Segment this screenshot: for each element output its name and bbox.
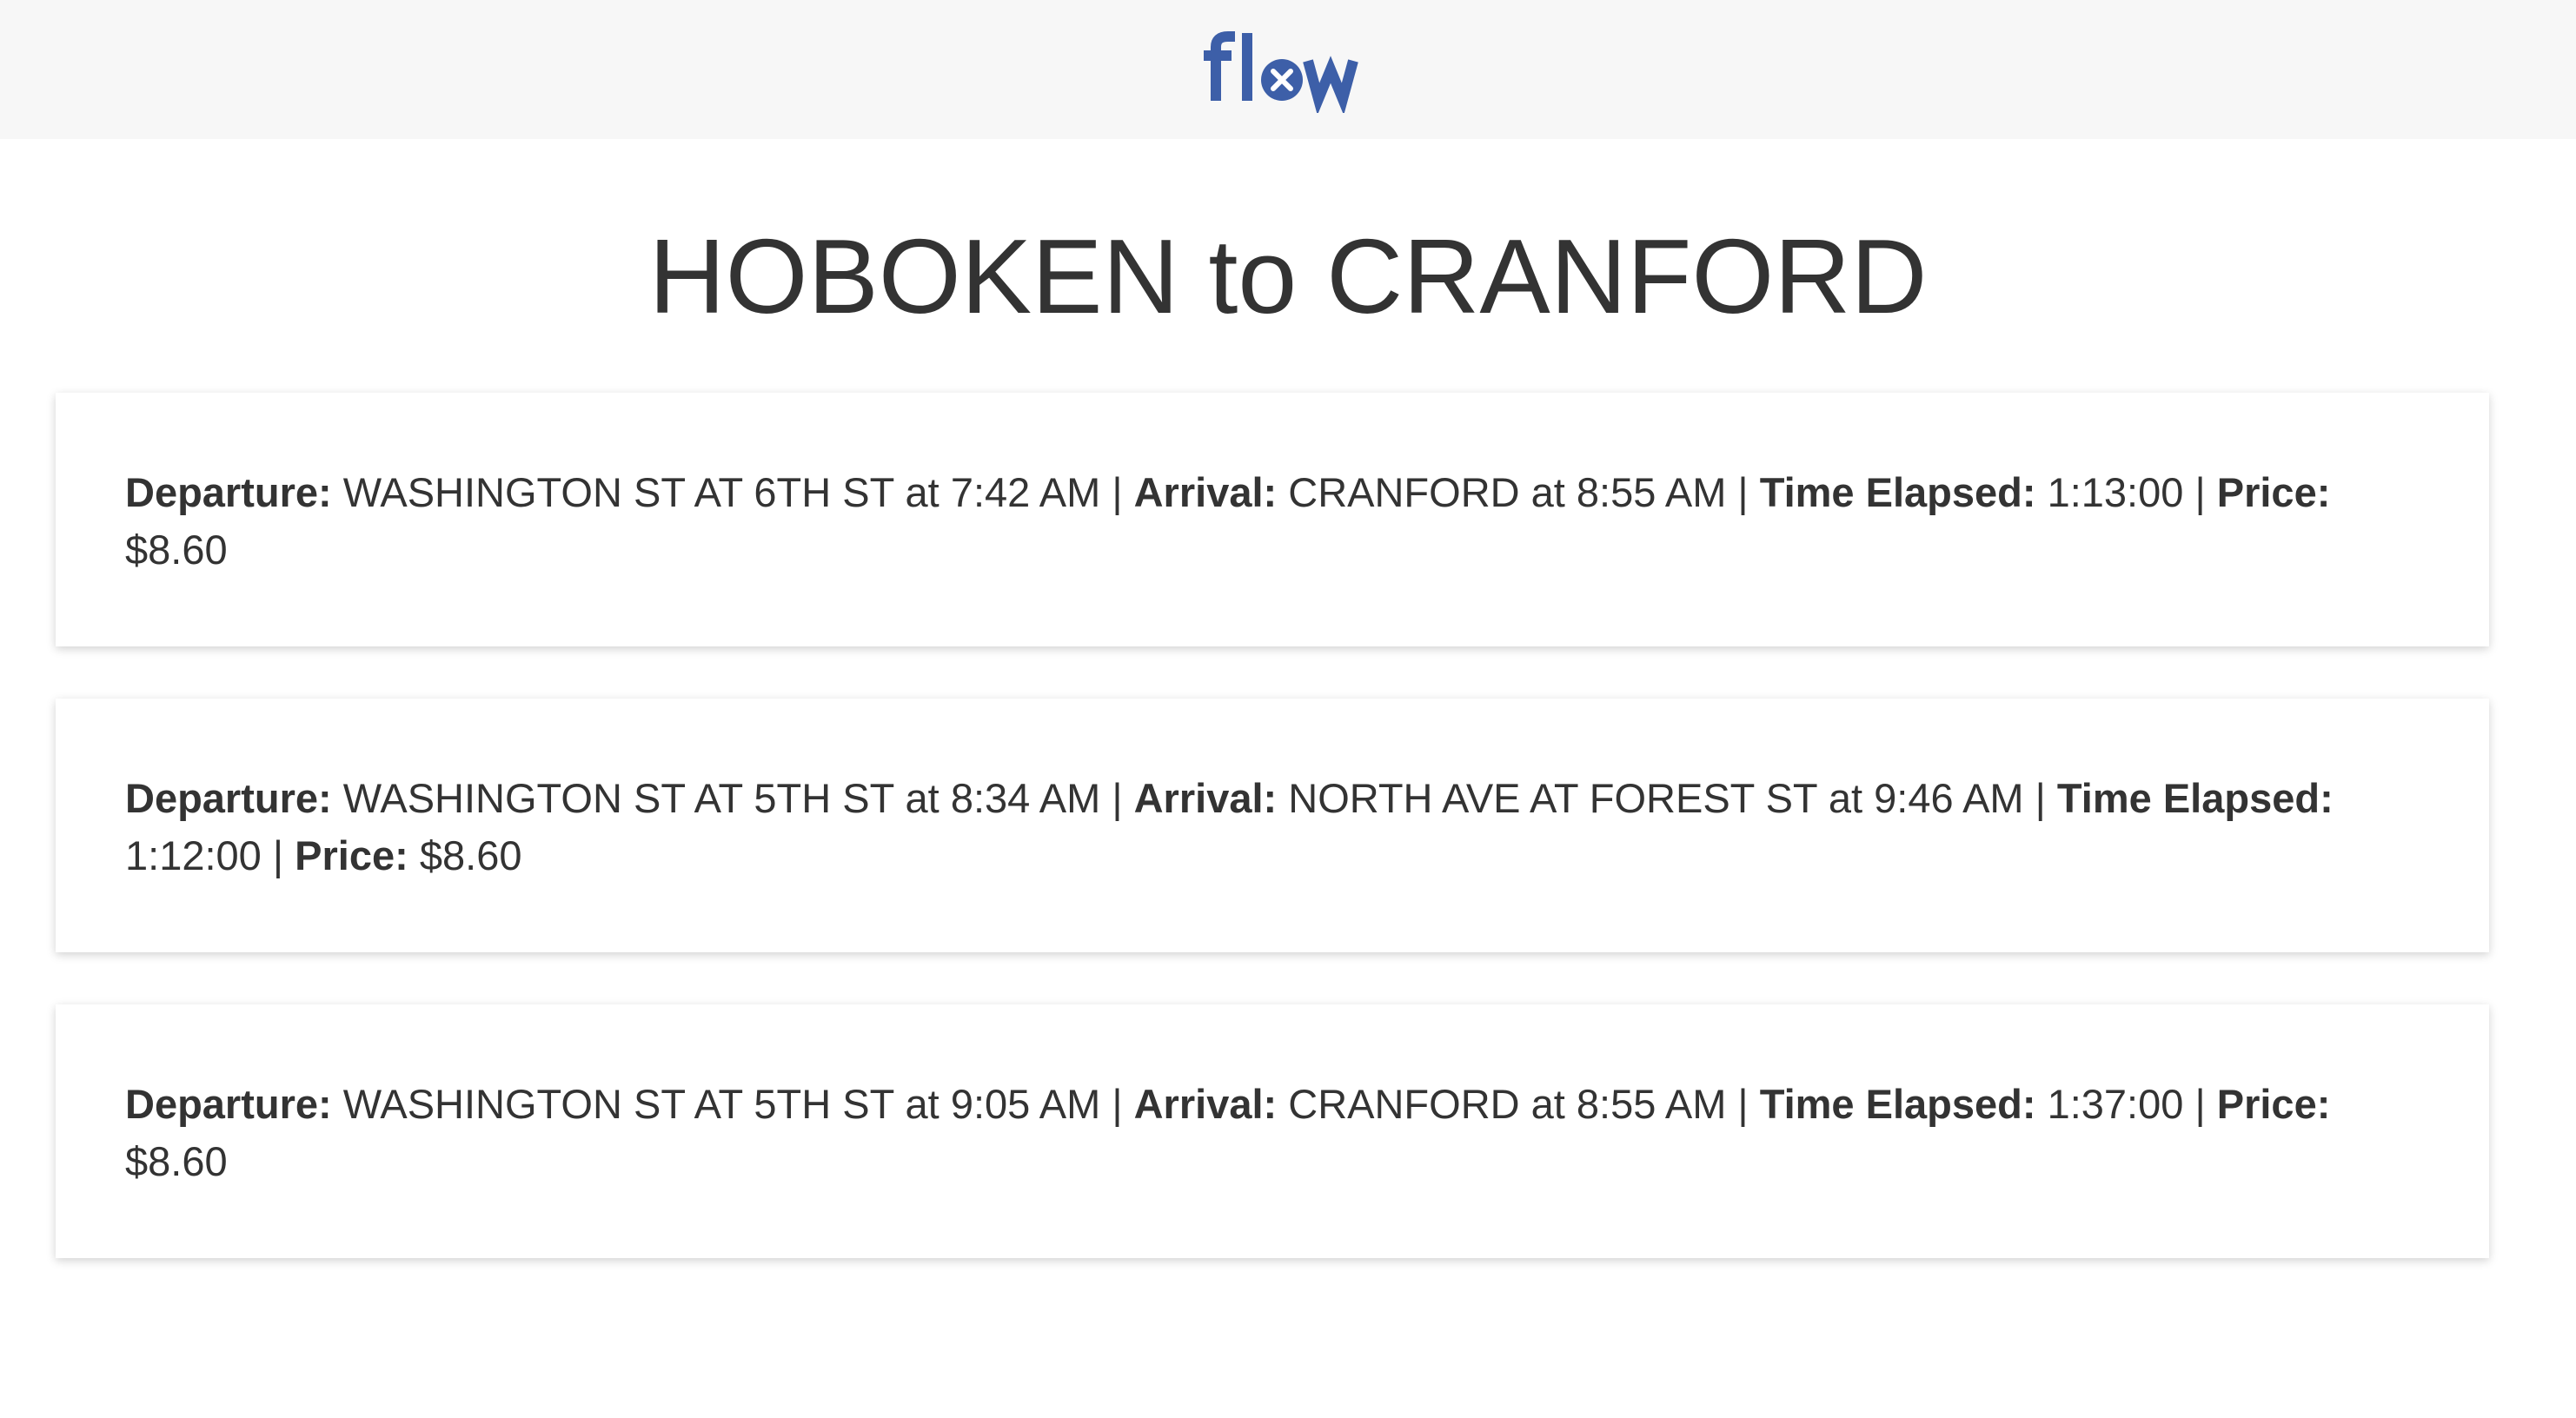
page-title: HOBOKEN to CRANFORD <box>648 217 1928 335</box>
elapsed-label: Time Elapsed: <box>1759 1081 2036 1127</box>
departure-label: Departure: <box>125 775 332 821</box>
arrival-stop: NORTH AVE AT FOREST ST <box>1288 775 1817 821</box>
separator: | <box>1112 469 1123 515</box>
top-bar <box>0 0 2576 139</box>
departure-stop: WASHINGTON ST AT 6TH ST <box>342 469 894 515</box>
arrival-time: 8:55 AM <box>1576 1081 1727 1127</box>
price-label: Price: <box>295 832 408 878</box>
separator: | <box>1737 469 1749 515</box>
arrival-time: 8:55 AM <box>1576 469 1727 515</box>
at-word: at <box>905 469 939 515</box>
separator: | <box>2194 1081 2206 1127</box>
at-word: at <box>905 1081 939 1127</box>
flow-logo-graphic <box>1204 31 1358 113</box>
arrival-label: Arrival: <box>1133 469 1278 515</box>
price-value: $8.60 <box>125 527 228 573</box>
arrival-label: Arrival: <box>1133 775 1278 821</box>
elapsed-label: Time Elapsed: <box>1759 469 2036 515</box>
separator: | <box>2035 775 2046 821</box>
at-word: at <box>905 775 939 821</box>
arrival-time: 9:46 AM <box>1874 775 2024 821</box>
separator: | <box>1112 775 1123 821</box>
trip-results-list: Departure: WASHINGTON ST AT 6TH ST at 7:… <box>56 393 2489 1310</box>
price-label: Price: <box>2216 469 2331 515</box>
price-label: Price: <box>2216 1081 2331 1127</box>
separator: | <box>2194 469 2206 515</box>
separator: | <box>272 832 284 878</box>
trip-card[interactable]: Departure: WASHINGTON ST AT 5TH ST at 9:… <box>56 1004 2489 1258</box>
arrival-stop: CRANFORD <box>1288 1081 1520 1127</box>
price-value: $8.60 <box>125 1138 228 1184</box>
elapsed-value: 1:37:00 <box>2047 1081 2184 1127</box>
arrival-stop: CRANFORD <box>1288 469 1520 515</box>
elapsed-label: Time Elapsed: <box>2056 775 2334 821</box>
departure-stop: WASHINGTON ST AT 5TH ST <box>342 1081 894 1127</box>
departure-label: Departure: <box>125 469 332 515</box>
elapsed-value: 1:13:00 <box>2047 469 2184 515</box>
departure-time: 8:34 AM <box>950 775 1101 821</box>
trip-card[interactable]: Departure: WASHINGTON ST AT 6TH ST at 7:… <box>56 393 2489 646</box>
price-value: $8.60 <box>419 832 522 878</box>
arrival-label: Arrival: <box>1133 1081 1278 1127</box>
departure-time: 7:42 AM <box>950 469 1101 515</box>
departure-time: 9:05 AM <box>950 1081 1101 1127</box>
at-word: at <box>1530 469 1565 515</box>
at-word: at <box>1530 1081 1565 1127</box>
departure-stop: WASHINGTON ST AT 5TH ST <box>342 775 894 821</box>
separator: | <box>1737 1081 1749 1127</box>
at-word: at <box>1828 775 1863 821</box>
elapsed-value: 1:12:00 <box>125 832 262 878</box>
separator: | <box>1112 1081 1123 1127</box>
departure-label: Departure: <box>125 1081 332 1127</box>
trip-card[interactable]: Departure: WASHINGTON ST AT 5TH ST at 8:… <box>56 699 2489 952</box>
flow-logo[interactable] <box>1197 22 1379 117</box>
